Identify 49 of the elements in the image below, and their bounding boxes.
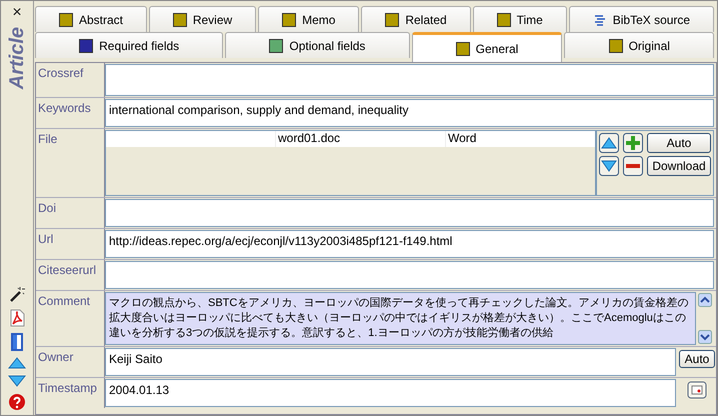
page-icon[interactable] [10,333,24,351]
pdf-icon[interactable] [9,309,25,327]
tab-label: General [476,42,518,56]
text-field[interactable]: http://ideas.repec.org/a/ecj/econjl/v113y2003i485pf121-f149.html [105,230,714,258]
table-cell: word01.doc [276,131,446,147]
tab[interactable]: Original [564,32,714,58]
tab[interactable]: BibTeX source [568,6,714,32]
tab-label: Original [628,38,670,52]
source-lines-icon [592,14,607,26]
tab-label: Required fields [99,38,180,52]
down-arrow-icon[interactable] [8,375,26,387]
tab-label: Memo [302,12,336,26]
tab[interactable]: Related [361,6,471,32]
remove-icon[interactable] [623,156,643,176]
tab[interactable]: Review [148,6,256,32]
text-field[interactable]: international comparison, supply and demand, inequality [105,99,714,127]
tab[interactable]: Abstract [35,6,147,32]
tab-label: Related [405,12,447,26]
tab-label: Optional fields [289,38,366,52]
text-field[interactable] [105,64,714,96]
add-icon[interactable] [623,133,643,153]
entry-type-label: Article [6,27,28,90]
move-down-icon[interactable] [599,156,619,176]
comment-field[interactable]: マクロの観点から、SBTCをアメリカ、ヨーロッパの国際データを使って再チェックした論文。アメリカの賃金格差の拡大度合いはヨーロッパに比べても大きい（ヨーロッパの中ではイギリスが格差が大きい）。ここでAcemogluはこの違いを分析する3つの仮説を提示する。意訳すると、1.ヨーロッパの方が技能労働者の供給 [105,292,696,345]
tab-label: BibTeX source [612,12,690,26]
text-field[interactable] [105,261,714,289]
scroll-down-icon[interactable] [698,330,712,344]
scroll-up-icon[interactable] [698,293,712,307]
auto-button[interactable]: Auto [647,133,711,153]
calendar-icon[interactable] [687,381,707,399]
up-arrow-icon[interactable] [8,357,26,369]
tab-label: Review [192,12,232,26]
close-icon[interactable]: × [12,5,22,21]
download-button[interactable]: Download [647,156,711,176]
tab[interactable]: General [412,32,562,62]
table-cell-text: Word [447,131,478,147]
move-up-icon[interactable] [599,133,619,153]
help-icon[interactable] [8,393,26,411]
text-field[interactable]: Keiji Saito [105,348,676,376]
tab[interactable]: Required fields [35,32,224,58]
text-field[interactable] [105,199,714,227]
tab[interactable]: Time [472,6,567,32]
tab[interactable]: Optional fields [225,32,410,58]
magic-wand-icon[interactable] [8,285,26,303]
tab[interactable]: Memo [258,6,360,32]
tab-label: Abstract [78,12,123,26]
text-field[interactable]: 2004.01.13 [105,379,676,407]
auto-button[interactable]: Auto [678,350,716,368]
tab-label: Time [516,12,543,26]
